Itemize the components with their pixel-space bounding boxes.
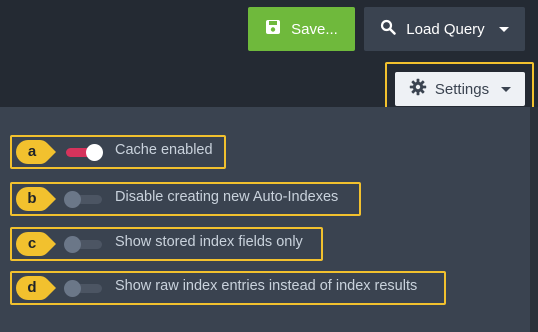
search-icon [380, 19, 397, 39]
load-query-label: Load Query [406, 20, 485, 38]
setting-row-disable-auto-indexes: b Disable creating new Auto-Indexes [10, 182, 361, 216]
disable-auto-indexes-toggle[interactable] [64, 191, 104, 208]
settings-panel: a Cache enabled b Disable creating new A… [0, 107, 530, 332]
cache-enabled-toggle[interactable] [64, 144, 104, 161]
settings-button-label: Settings [434, 80, 490, 98]
callout-badge: b [16, 187, 56, 211]
setting-row-raw-entries: d Show raw index entries instead of inde… [10, 271, 446, 305]
callout-badge: c [16, 232, 56, 256]
settings-button[interactable]: Settings [395, 72, 525, 106]
toggle-knob [64, 191, 81, 208]
callout-letter: c [27, 235, 37, 252]
setting-row-cache: a Cache enabled [10, 135, 226, 169]
setting-label: Cache enabled [115, 142, 213, 158]
callout-letter: b [27, 190, 37, 207]
setting-label: Show stored index fields only [115, 234, 303, 250]
toggle-knob [86, 144, 103, 161]
show-raw-entries-toggle[interactable] [64, 280, 104, 297]
save-button[interactable]: Save... [248, 7, 355, 51]
floppy-disk-icon [265, 19, 281, 39]
panel-scrollbar[interactable] [530, 107, 538, 332]
callout-badge: d [16, 276, 56, 300]
callout-letter: a [27, 143, 37, 160]
chevron-down-icon [501, 86, 512, 92]
top-toolbar: Save... Load Query Settings [0, 0, 538, 114]
toggle-knob [64, 236, 81, 253]
show-stored-fields-toggle[interactable] [64, 236, 104, 253]
setting-label: Disable creating new Auto-Indexes [115, 189, 339, 205]
setting-label: Show raw index entries instead of index … [115, 278, 418, 294]
chevron-down-icon [498, 26, 509, 32]
toggle-knob [64, 280, 81, 297]
save-button-label: Save... [291, 20, 338, 38]
callout-letter: d [27, 279, 37, 296]
setting-row-stored-fields: c Show stored index fields only [10, 227, 323, 261]
callout-badge: a [16, 140, 56, 164]
gear-icon [409, 78, 427, 100]
load-query-button[interactable]: Load Query [364, 7, 525, 51]
